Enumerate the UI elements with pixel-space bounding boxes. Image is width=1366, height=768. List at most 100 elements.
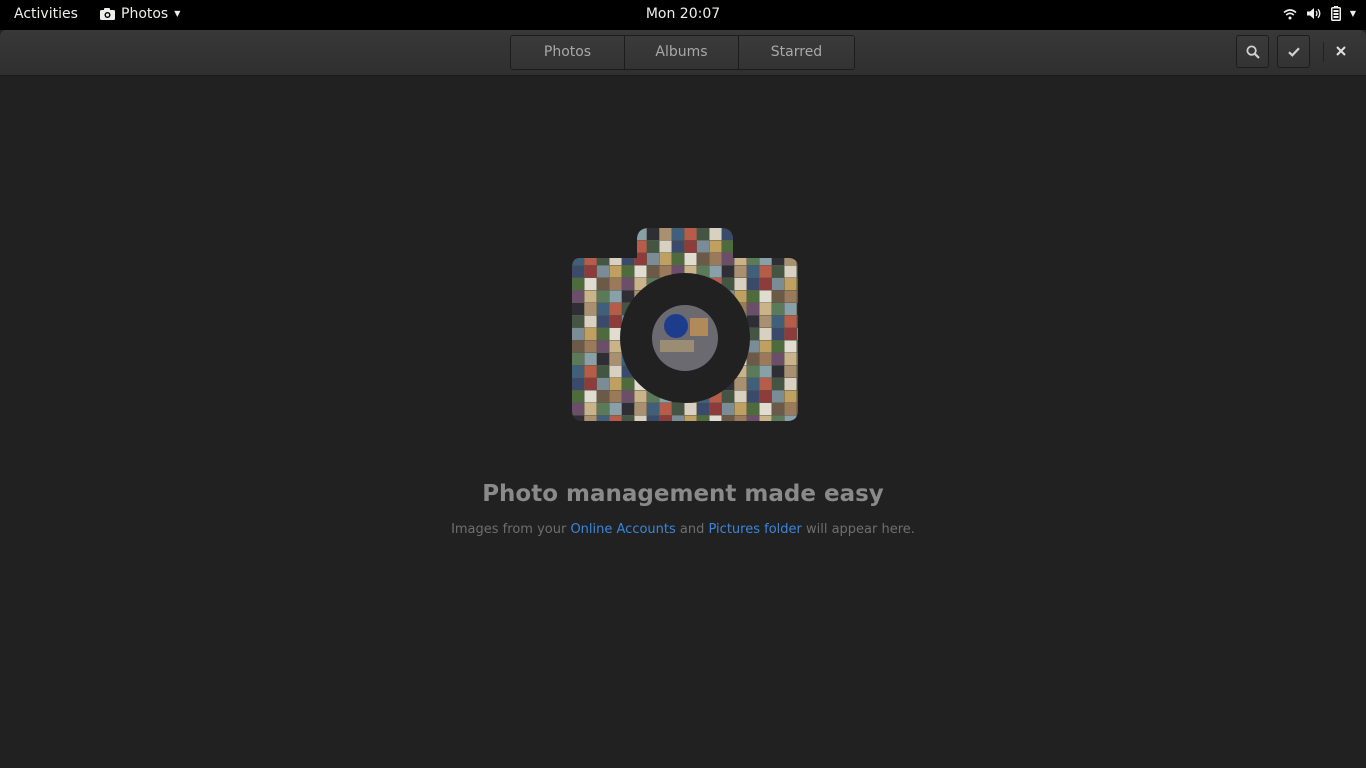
view-switcher: Photos Albums Starred xyxy=(510,35,855,70)
close-icon xyxy=(1336,46,1346,56)
tab-starred[interactable]: Starred xyxy=(739,36,854,69)
online-accounts-link[interactable]: Online Accounts xyxy=(570,522,675,537)
pictures-folder-link[interactable]: Pictures folder xyxy=(709,522,802,537)
mosaic-tile xyxy=(572,328,584,340)
mosaic-tile xyxy=(584,390,597,403)
mosaic-tile xyxy=(747,290,759,303)
mosaic-tile xyxy=(609,378,622,390)
mosaic-tile xyxy=(772,253,784,265)
mosaic-tile xyxy=(584,303,597,315)
mosaic-tile xyxy=(709,265,722,278)
mosaic-tile xyxy=(784,378,797,390)
mosaic-tile xyxy=(634,240,647,253)
mosaic-tile xyxy=(797,353,798,365)
mosaic-tile xyxy=(722,265,734,278)
battery-icon xyxy=(1330,6,1341,21)
mosaic-tile xyxy=(609,303,622,315)
mosaic-tile xyxy=(622,265,634,278)
camera-collage-icon xyxy=(572,228,798,421)
tab-photos[interactable]: Photos xyxy=(511,36,625,69)
mosaic-tile xyxy=(572,265,584,278)
mosaic-tile xyxy=(647,253,659,265)
mosaic-tile xyxy=(797,228,798,240)
mosaic-tile xyxy=(584,365,597,378)
mosaic-tile xyxy=(672,228,684,240)
mosaic-tile xyxy=(722,240,734,253)
mosaic-tile xyxy=(609,290,622,303)
mosaic-tile xyxy=(759,378,772,390)
mosaic-tile xyxy=(622,378,634,390)
mosaic-tile xyxy=(584,340,597,353)
mosaic-tile xyxy=(572,253,584,265)
mosaic-tile xyxy=(797,390,798,403)
mosaic-tile xyxy=(584,265,597,278)
tab-albums[interactable]: Albums xyxy=(625,36,739,69)
select-button[interactable] xyxy=(1277,35,1310,68)
mosaic-tile xyxy=(609,328,622,340)
header-separator xyxy=(1323,42,1324,62)
mosaic-tile xyxy=(609,403,622,415)
mosaic-tile xyxy=(647,240,659,253)
close-button[interactable] xyxy=(1330,40,1352,62)
mosaic-tile xyxy=(747,228,759,240)
mosaic-tile xyxy=(797,340,798,353)
mosaic-tile xyxy=(797,303,798,315)
mosaic-tile xyxy=(709,403,722,415)
mosaic-tile xyxy=(722,403,734,415)
mosaic-tile xyxy=(734,240,747,253)
mosaic-tile xyxy=(772,278,784,290)
mosaic-tile xyxy=(734,390,747,403)
mosaic-tile xyxy=(609,353,622,365)
mosaic-tile xyxy=(797,415,798,421)
mosaic-tile xyxy=(759,328,772,340)
mosaic-tile xyxy=(734,278,747,290)
search-icon xyxy=(1246,45,1260,59)
mosaic-tile xyxy=(784,228,797,240)
main-view: Photo management made easy Images from y… xyxy=(0,76,1366,768)
mosaic-tile xyxy=(609,228,622,240)
mosaic-tile xyxy=(597,278,609,290)
mosaic-tile xyxy=(709,253,722,265)
mosaic-tile xyxy=(722,390,734,403)
mosaic-tile xyxy=(584,403,597,415)
mosaic-tile xyxy=(647,228,659,240)
search-button[interactable] xyxy=(1236,35,1269,68)
mosaic-tile xyxy=(747,278,759,290)
status-menu[interactable]: ▼ xyxy=(1283,6,1356,21)
mosaic-tile xyxy=(597,253,609,265)
mosaic-tile xyxy=(734,378,747,390)
mosaic-tile xyxy=(572,290,584,303)
mosaic-tile xyxy=(609,253,622,265)
mosaic-tile xyxy=(784,353,797,365)
clock[interactable]: Mon 20:07 xyxy=(0,6,1366,22)
mosaic-tile xyxy=(759,240,772,253)
mosaic-tile xyxy=(747,415,759,421)
mosaic-tile xyxy=(697,415,709,421)
mosaic-tile xyxy=(684,253,697,265)
mosaic-tile xyxy=(747,390,759,403)
mosaic-tile xyxy=(572,228,584,240)
mosaic-tile xyxy=(597,328,609,340)
mosaic-tile xyxy=(772,315,784,328)
mosaic-tile xyxy=(747,265,759,278)
mosaic-tile xyxy=(634,390,647,403)
mosaic-tile xyxy=(597,415,609,421)
mosaic-tile xyxy=(672,240,684,253)
mosaic-tile xyxy=(609,340,622,353)
mosaic-tile xyxy=(759,353,772,365)
volume-icon xyxy=(1306,8,1321,19)
mosaic-tile xyxy=(697,240,709,253)
mosaic-tile xyxy=(622,415,634,421)
mosaic-tile xyxy=(572,390,584,403)
mosaic-tile xyxy=(572,240,584,253)
mosaic-tile xyxy=(759,278,772,290)
mosaic-tile xyxy=(784,315,797,328)
mosaic-tile xyxy=(622,278,634,290)
mosaic-tile xyxy=(697,228,709,240)
mosaic-tile xyxy=(609,265,622,278)
mosaic-tile xyxy=(572,278,584,290)
header-bar: Photos Albums Starred xyxy=(0,30,1366,76)
mosaic-tile xyxy=(722,253,734,265)
mosaic-tile xyxy=(759,228,772,240)
chevron-down-icon: ▼ xyxy=(1349,8,1356,18)
